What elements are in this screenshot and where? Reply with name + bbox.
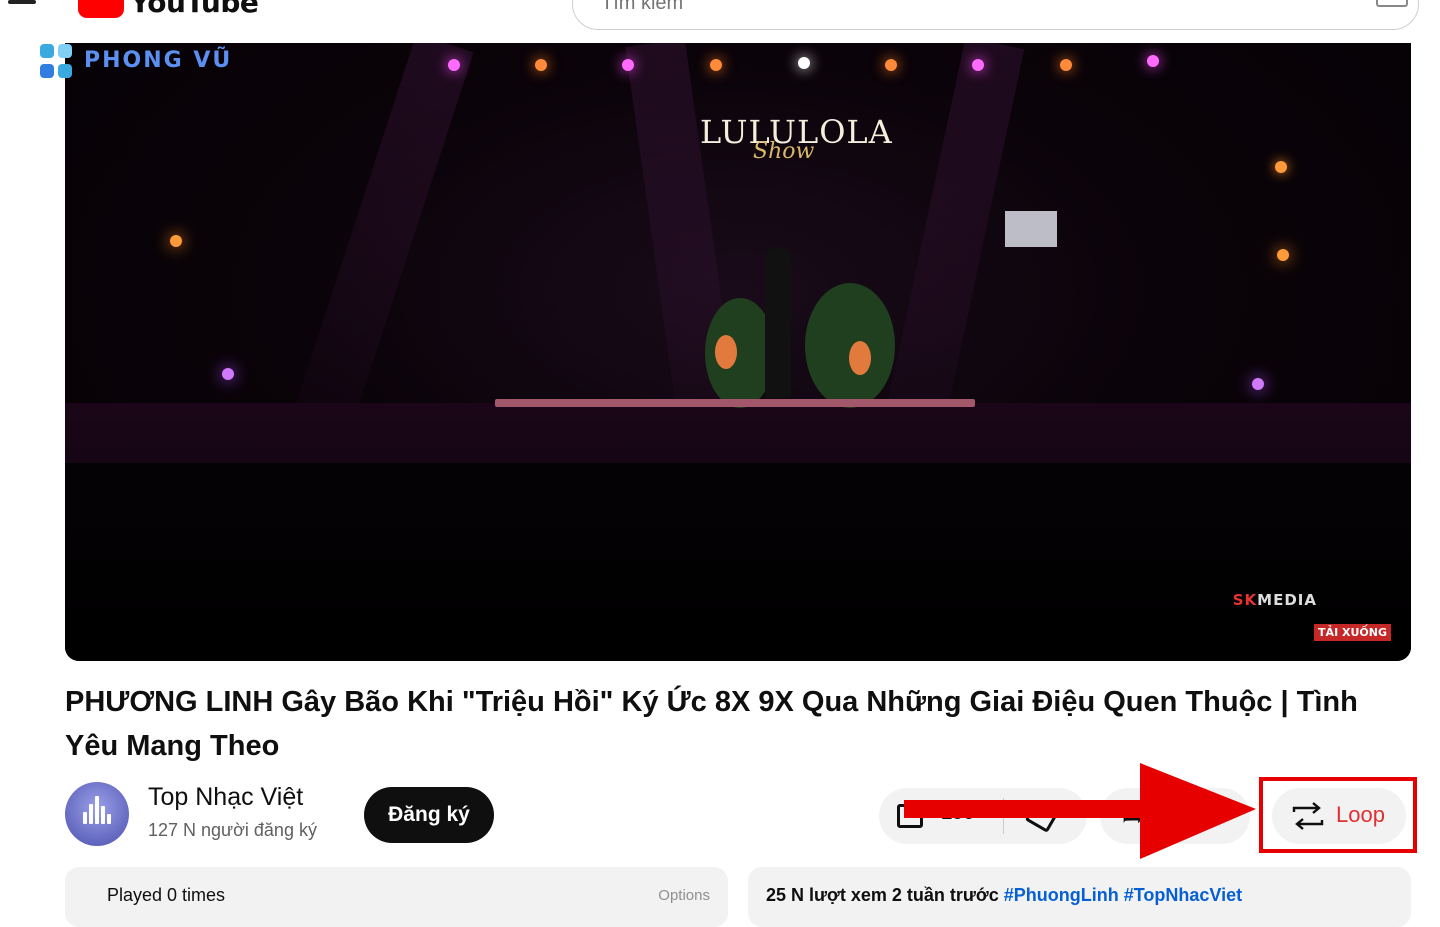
thumbs-up-icon[interactable] xyxy=(897,804,923,828)
share-icon: ➦ xyxy=(1122,801,1146,832)
stage-disc xyxy=(849,341,871,375)
youtube-logo[interactable]: YouTube xyxy=(78,0,259,19)
stage-light xyxy=(1277,249,1289,261)
channel-avatar[interactable] xyxy=(65,782,129,846)
loop-counter-panel: Played 0 times Options xyxy=(65,867,728,927)
like-count[interactable]: 150 xyxy=(941,802,974,825)
stage-light xyxy=(710,59,722,71)
download-badge[interactable]: TẢI XUỐNG xyxy=(1314,624,1391,641)
stage-script: Show xyxy=(753,139,815,164)
singer xyxy=(765,248,791,398)
video-player[interactable]: LULULOLA Show SKMEDIA TẢI XUỐNG xyxy=(65,43,1411,661)
share-label: Chia sẻ xyxy=(1160,803,1232,825)
stage-light xyxy=(885,59,897,71)
stage-disc xyxy=(715,335,737,369)
like-dislike-group: 150 xyxy=(879,788,1087,844)
loop-icon xyxy=(1292,802,1324,830)
loop-button[interactable]: Loop xyxy=(1272,788,1406,844)
stage-light xyxy=(170,235,182,247)
thumbs-down-icon[interactable] xyxy=(1024,799,1060,833)
description-panel[interactable]: 25 N lượt xem 2 tuần trước #PhuongLinh #… xyxy=(748,867,1411,927)
watermark: PHONG VŨ xyxy=(38,44,298,82)
stage-plant xyxy=(805,283,895,408)
hashtags[interactable]: #PhuongLinh #TopNhacViet xyxy=(1004,885,1242,905)
stage-light xyxy=(1060,59,1072,71)
stage-light xyxy=(972,59,984,71)
avatar-logo-icon xyxy=(83,794,111,824)
share-button[interactable]: ➦ Chia sẻ xyxy=(1100,788,1250,844)
channel-name[interactable]: Top Nhạc Việt xyxy=(148,783,303,812)
view-stats: 25 N lượt xem 2 tuần trước xyxy=(766,885,999,905)
divider xyxy=(1003,798,1004,834)
video-title: PHƯƠNG LINH Gây Bão Khi "Triệu Hồi" Ký Ứ… xyxy=(65,686,1358,762)
youtube-logo-icon xyxy=(78,0,124,18)
stage-light xyxy=(622,59,634,71)
producer-logo: SKMEDIA xyxy=(1232,591,1317,609)
stage-screen xyxy=(1005,211,1057,247)
menu-icon[interactable] xyxy=(8,0,36,4)
options-link[interactable]: Options xyxy=(658,887,710,904)
top-bar: YouTube xyxy=(0,0,1440,42)
keyboard-icon[interactable] xyxy=(1376,0,1408,7)
stage-light xyxy=(1252,378,1264,390)
description-stats: 25 N lượt xem 2 tuần trước #PhuongLinh #… xyxy=(766,885,1242,906)
loop-label: Loop xyxy=(1336,802,1385,827)
search-box[interactable] xyxy=(572,0,1419,30)
audience xyxy=(65,463,1411,661)
watermark-text: PHONG VŨ xyxy=(84,48,233,73)
watermark-logo-icon xyxy=(38,44,78,82)
played-count: Played 0 times xyxy=(107,885,226,905)
stage-light xyxy=(535,59,547,71)
stage-light xyxy=(1147,55,1159,67)
stage-edge xyxy=(495,399,975,407)
stage-light xyxy=(1275,161,1287,173)
subscribe-button[interactable]: Đăng ký xyxy=(364,787,494,843)
stage-light xyxy=(222,368,234,380)
search-input[interactable] xyxy=(599,0,1343,27)
stage-light xyxy=(798,57,810,69)
subscriber-count: 127 N người đăng ký xyxy=(148,820,317,840)
youtube-logo-text: YouTube xyxy=(130,0,259,19)
stage-light xyxy=(448,59,460,71)
